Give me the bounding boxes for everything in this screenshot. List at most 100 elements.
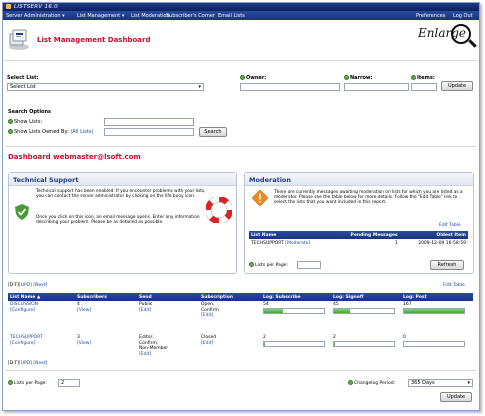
column-header[interactable]: Send	[137, 293, 199, 301]
app-window: LISTSERV 16.0 Server Administration ▾ Li…	[2, 2, 480, 411]
menu-email-lists[interactable]: Email Lists	[218, 13, 245, 19]
subscription-edit-link[interactable]: [Edit]	[201, 313, 259, 319]
lists-per-page-label: Lists per Page:	[249, 262, 288, 268]
narrow-label: Narrow:	[344, 75, 373, 81]
changelog-period-label: Changelog Period:	[348, 380, 395, 386]
subscription-edit-link[interactable]: [Edit]	[201, 341, 259, 347]
items-label: Items:	[411, 75, 435, 81]
bar-fill	[264, 341, 265, 346]
search-options-title: Search Options	[8, 109, 52, 115]
changelog-period-value: 365 Days	[411, 380, 435, 386]
lists-table: List Name ▲ Subscribers Send Subscriptio…	[8, 293, 473, 367]
warning-icon	[252, 190, 268, 206]
divider	[5, 370, 477, 371]
page-title: List Management Dashboard	[37, 36, 151, 44]
dashboard-icon	[9, 29, 29, 50]
select-list-dropdown[interactable]: Select List ▾	[7, 83, 204, 91]
update-button[interactable]: Update	[441, 81, 473, 91]
log-signoff-bar	[333, 340, 395, 347]
edit-table-link[interactable]: Edit Table	[443, 283, 465, 288]
search-button[interactable]: Search	[199, 127, 227, 137]
column-header[interactable]: Log: Post	[401, 293, 473, 301]
shield-check-icon	[15, 204, 29, 220]
info-icon	[411, 75, 416, 80]
all-lists-link[interactable]: (All Lists)	[70, 129, 93, 135]
bar-fill	[334, 341, 335, 346]
column-header[interactable]: List Name	[249, 231, 333, 239]
log-signoff-bar	[333, 307, 395, 314]
bar-fill	[404, 308, 464, 313]
info-icon	[344, 75, 349, 80]
pager-bottom: [D-T][UPD] [Next]	[8, 361, 48, 366]
oldest-cell: 2009-12-09 16:58:59	[418, 240, 466, 246]
lists-per-page-input[interactable]: 2	[58, 379, 80, 387]
narrow-input[interactable]	[344, 83, 409, 91]
update-button[interactable]: Update	[440, 392, 472, 402]
divider	[5, 60, 477, 61]
owned-by-input[interactable]	[104, 128, 194, 136]
log-subscribe-bar	[263, 307, 325, 314]
menu-log-out[interactable]: Log Out	[453, 13, 473, 19]
pager-next-link[interactable]: [Next]	[33, 283, 47, 288]
show-lists-label: Show Lists:	[8, 119, 42, 125]
menu-subscribers-corner[interactable]: Subscriber's Corner	[166, 13, 215, 19]
items-input[interactable]	[411, 83, 437, 91]
refresh-button[interactable]: Refresh	[430, 260, 464, 270]
edit-table-link[interactable]: Edit Table	[439, 223, 461, 228]
menu-list-moderation[interactable]: List Moderation	[131, 13, 170, 19]
panel-title: Technical Support	[9, 173, 236, 186]
support-text-1: Technical support has been enabled. If y…	[36, 189, 206, 200]
chevron-down-icon: ▾	[198, 84, 201, 90]
log-post-bar	[403, 340, 465, 347]
column-header[interactable]: Subscribers	[75, 293, 137, 301]
info-icon	[348, 380, 353, 385]
menu-server-administration[interactable]: Server Administration ▾	[6, 13, 65, 19]
pager-upd-link[interactable]: [UPD]	[19, 361, 32, 366]
pager-upd-link[interactable]: [UPD]	[19, 283, 32, 288]
bar-fill	[334, 308, 351, 313]
panel-title: Moderation	[245, 173, 473, 186]
moderate-link[interactable]: [Moderate]	[285, 241, 310, 246]
pager-next-link[interactable]: [Next]	[33, 361, 47, 366]
info-icon	[8, 129, 13, 134]
column-header[interactable]: Pending Messages	[332, 231, 400, 239]
changelog-period-select[interactable]: 365 Days ▾	[408, 379, 473, 387]
info-icon	[240, 75, 245, 80]
app-title: LISTSERV 16.0	[14, 4, 58, 10]
column-header[interactable]: Log: Signoff	[331, 293, 401, 301]
lists-per-page-input[interactable]	[297, 261, 321, 269]
log-post-bar	[403, 307, 465, 314]
page-header: List Management Dashboard Enlarge	[3, 20, 479, 60]
bar-fill	[264, 308, 284, 313]
send-edit-link[interactable]: [Edit]	[139, 352, 197, 358]
info-icon	[249, 262, 254, 267]
table-row: TECHSUPPORT [Moderate] 1 2009-12-09 16:5…	[249, 239, 468, 247]
support-text-2: Once you click on this icon, an email me…	[36, 215, 200, 226]
menu-bar: Server Administration ▾ List Management …	[3, 11, 479, 20]
table-row: DISCUSSION [Configure] 4 [View] Public [Edi…	[8, 301, 473, 334]
owner-label: Owner:	[240, 75, 266, 81]
table-row: TECHSUPPORT [Configure] 3 [View] Editor, Co…	[8, 334, 473, 367]
technical-support-panel: Technical Support Technical support has …	[8, 172, 237, 274]
moderation-table: List Name Pending Messages Oldest Item T…	[249, 231, 468, 247]
view-link[interactable]: [View]	[77, 308, 135, 314]
column-header[interactable]: Log: Subscribe	[261, 293, 331, 301]
show-lists-input[interactable]	[104, 118, 194, 126]
owner-input[interactable]	[240, 83, 340, 91]
life-buoy-icon[interactable]	[206, 197, 232, 223]
log-subscribe-bar	[263, 340, 325, 347]
pending-cell: 1	[394, 240, 398, 246]
configure-link[interactable]: [Configure]	[10, 341, 73, 347]
menu-preferences[interactable]: Preferences	[416, 13, 445, 19]
menu-list-management[interactable]: List Management ▾	[77, 13, 124, 19]
title-bar: LISTSERV 16.0	[3, 3, 479, 11]
moderation-text: There are currently messages awaiting mo…	[274, 190, 463, 206]
column-header[interactable]: List Name ▲	[8, 293, 75, 301]
configure-link[interactable]: [Configure]	[10, 308, 73, 314]
owned-by-label: Show Lists Owned By: (All Lists)	[8, 129, 93, 135]
column-header[interactable]: Oldest Item	[399, 231, 468, 239]
info-icon	[8, 380, 13, 385]
column-header[interactable]: Subscription	[199, 293, 261, 301]
view-link[interactable]: [View]	[77, 341, 135, 347]
send-edit-link[interactable]: [Edit]	[139, 308, 197, 314]
